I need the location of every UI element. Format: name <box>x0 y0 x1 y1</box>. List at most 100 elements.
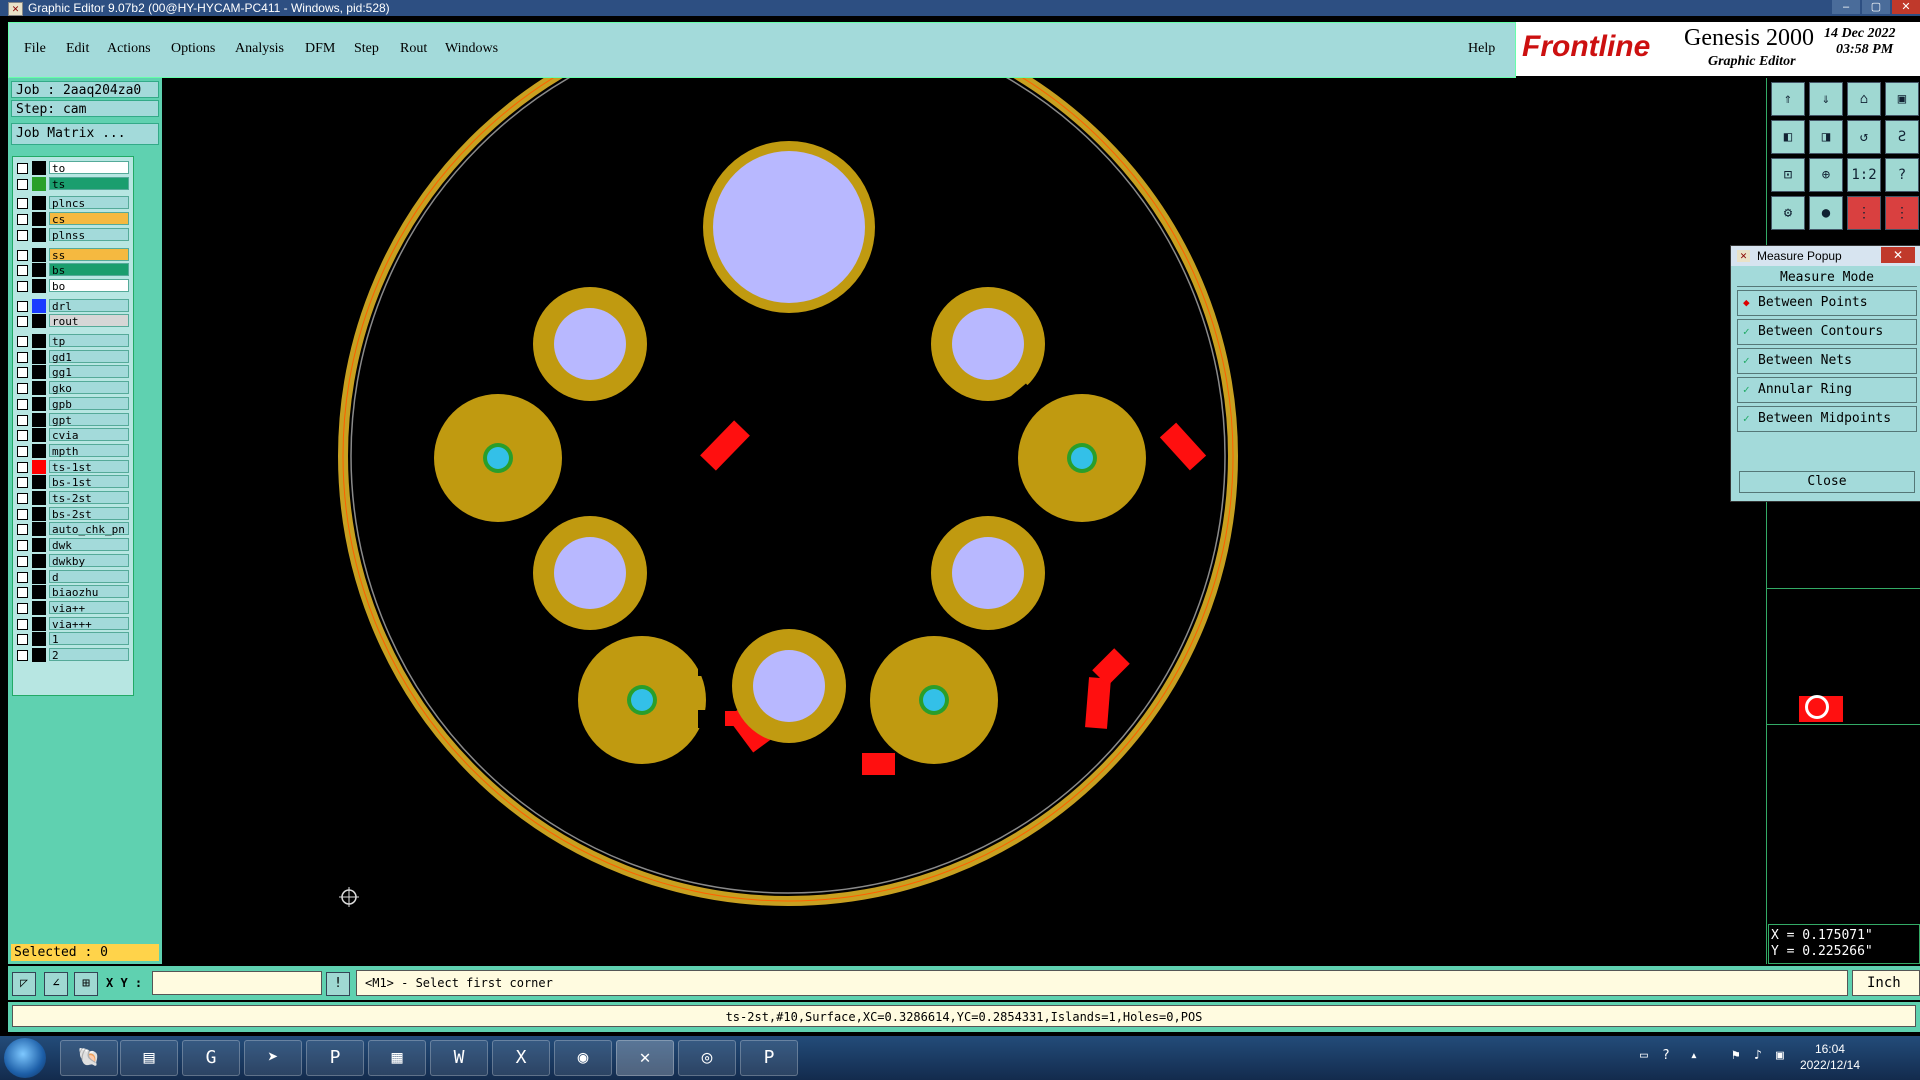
layer-row[interactable]: via+++ <box>13 616 133 631</box>
camtastic-app-icon[interactable]: ◎ <box>678 1040 736 1076</box>
pad-notch[interactable] <box>698 710 706 728</box>
save-view-icon[interactable]: ⇓ <box>1809 82 1843 116</box>
layer-name[interactable]: plncs <box>49 196 129 210</box>
layer-checkbox[interactable] <box>17 650 28 661</box>
measure-option-annular-ring[interactable]: ✓ Annular Ring <box>1737 377 1917 403</box>
layer-row[interactable]: ts-1st <box>13 459 133 474</box>
menu-actions[interactable]: Actions <box>107 41 151 57</box>
layer-name[interactable]: gpb <box>49 396 129 411</box>
layer-name[interactable]: bs-2st <box>49 506 129 521</box>
home-icon[interactable]: ⌂ <box>1847 82 1881 116</box>
messenger-app-icon[interactable]: ➤ <box>244 1040 302 1076</box>
hole[interactable] <box>753 650 825 722</box>
layer-row[interactable]: bo <box>13 278 133 293</box>
layer-row[interactable]: d <box>13 569 133 584</box>
hole[interactable] <box>952 537 1024 609</box>
pan-right-icon[interactable]: ◨ <box>1809 120 1843 154</box>
layer-row[interactable]: plncs <box>13 196 133 211</box>
pcb-drawing[interactable] <box>162 6 1766 964</box>
layer-checkbox[interactable] <box>17 280 28 292</box>
menu-help[interactable]: Help <box>1468 41 1495 57</box>
layer-checkbox[interactable] <box>17 229 28 241</box>
via-hole[interactable] <box>631 689 653 711</box>
angle-tool-icon[interactable]: ∠ <box>44 972 68 996</box>
layer-checkbox[interactable] <box>17 163 28 174</box>
layer-row[interactable]: rout <box>13 314 133 329</box>
volume-tray-icon[interactable]: ♪ <box>1754 1048 1762 1063</box>
powerpoint-app-icon[interactable]: P <box>740 1040 798 1076</box>
layer-row[interactable]: bs <box>13 263 133 278</box>
layer-row[interactable]: gg1 <box>13 365 133 380</box>
layer-row[interactable]: gko <box>13 381 133 396</box>
hole[interactable] <box>952 308 1024 380</box>
browser-app-icon[interactable]: G <box>182 1040 240 1076</box>
layer-checkbox[interactable] <box>17 336 28 347</box>
layer-row[interactable]: cs <box>13 212 133 227</box>
layer-checkbox[interactable] <box>17 178 28 190</box>
layer-checkbox[interactable] <box>17 555 28 567</box>
layer-name[interactable]: gpt <box>49 412 129 427</box>
zoom-home-icon[interactable]: ⇑ <box>1771 82 1805 116</box>
layer-row[interactable]: auto_chk_pn <box>13 522 133 537</box>
scale-icon[interactable]: 1:2 <box>1847 158 1881 192</box>
layer-name[interactable]: 1 <box>49 632 129 646</box>
layer-checkbox[interactable] <box>17 367 28 379</box>
layer-name[interactable]: gg1 <box>49 365 129 379</box>
xy-input[interactable] <box>152 971 322 995</box>
layer-checkbox[interactable] <box>17 316 28 328</box>
layer-checkbox[interactable] <box>17 249 28 261</box>
pad-notch[interactable] <box>698 658 706 676</box>
via-hole[interactable] <box>487 447 509 469</box>
layer-name[interactable]: mpth <box>49 443 129 458</box>
viewer-app-icon[interactable]: ◉ <box>554 1040 612 1076</box>
layer-row[interactable]: via++ <box>13 600 133 615</box>
warning-icon[interactable]: ! <box>326 972 350 996</box>
genesis-app-icon[interactable]: ✕ <box>616 1040 674 1076</box>
maximize-button[interactable]: ▢ <box>1862 0 1890 14</box>
via-hole[interactable] <box>923 689 945 711</box>
layer-row[interactable]: tp <box>13 334 133 348</box>
menu-step[interactable]: Step <box>354 41 379 57</box>
flag-tray-icon[interactable]: ⚑ <box>1732 1048 1740 1063</box>
hole[interactable] <box>554 308 626 380</box>
layer-row[interactable]: bs-2st <box>13 506 133 521</box>
select-tool-icon[interactable]: ◸ <box>12 972 36 996</box>
layer-name[interactable]: bs <box>49 263 129 277</box>
word-app-icon[interactable]: W <box>430 1040 488 1076</box>
layer-name[interactable]: d <box>49 569 129 584</box>
layer-checkbox[interactable] <box>17 430 28 442</box>
layer-name[interactable]: gd1 <box>49 349 129 364</box>
measure-icon[interactable]: ⚙ <box>1771 196 1805 230</box>
net-select-icon[interactable]: ⋮ <box>1885 196 1919 230</box>
layer-name[interactable]: dwk <box>49 538 129 552</box>
layer-checkbox[interactable] <box>17 618 28 630</box>
layer-name[interactable]: dwkby <box>49 553 129 568</box>
layer-name[interactable]: drl <box>49 298 129 313</box>
unit-selector[interactable]: Inch <box>1852 970 1920 996</box>
layer-row[interactable]: to <box>13 161 133 175</box>
layer-row[interactable]: drl <box>13 298 133 313</box>
layer-name[interactable]: via+++ <box>49 616 129 631</box>
notepad-app-icon[interactable]: ▤ <box>120 1040 178 1076</box>
layer-checkbox[interactable] <box>17 477 28 489</box>
network-tray-icon[interactable]: ▭ <box>1640 1048 1648 1063</box>
layer-row[interactable]: ss <box>13 247 133 262</box>
layer-checkbox[interactable] <box>17 414 28 426</box>
fit-icon[interactable]: ⊡ <box>1771 158 1805 192</box>
layer-name[interactable]: ts <box>49 176 129 191</box>
layer-row[interactable]: gpt <box>13 412 133 427</box>
layer-checkbox[interactable] <box>17 493 28 504</box>
layer-checkbox[interactable] <box>17 265 28 277</box>
layer-checkbox[interactable] <box>17 524 28 536</box>
layer-name[interactable]: via++ <box>49 600 129 615</box>
hole[interactable] <box>554 537 626 609</box>
via-hole[interactable] <box>1071 447 1093 469</box>
layer-checkbox[interactable] <box>17 571 28 583</box>
layer-checkbox[interactable] <box>17 634 28 646</box>
layer-name[interactable]: cs <box>49 212 129 226</box>
layer-checkbox[interactable] <box>17 508 28 520</box>
layer-checkbox[interactable] <box>17 398 28 410</box>
excel-app-icon[interactable]: X <box>492 1040 550 1076</box>
pad-notch[interactable] <box>977 638 999 658</box>
save-app-icon[interactable]: ▦ <box>368 1040 426 1076</box>
